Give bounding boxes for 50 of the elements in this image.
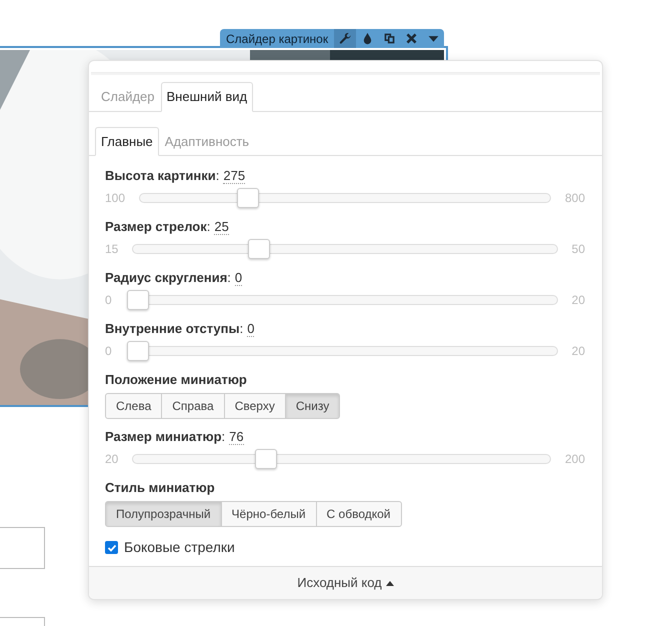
setting-label: Стиль миниатюр xyxy=(105,480,216,496)
option-button[interactable]: Полупрозрачный xyxy=(105,501,222,527)
slider-thumb[interactable] xyxy=(236,188,259,208)
slider-max-label: 50 xyxy=(572,241,585,258)
slider-thumb[interactable] xyxy=(127,290,149,310)
slider-max-label: 20 xyxy=(572,292,585,309)
tab[interactable]: Внешний вид xyxy=(160,82,254,112)
option-button[interactable]: Сверху xyxy=(224,393,286,419)
slider[interactable] xyxy=(127,289,558,311)
copy-icon xyxy=(382,32,396,45)
setting-value: 25 xyxy=(214,219,229,235)
tab[interactable]: Главные xyxy=(95,127,159,156)
setting-value: 0 xyxy=(234,270,242,286)
slider-thumb[interactable] xyxy=(248,239,270,259)
slider-min-label: 15 xyxy=(105,241,118,258)
setting-label: Внутренние отступы: xyxy=(105,321,244,336)
option-button[interactable]: Снизу xyxy=(284,393,340,419)
setting-label: Положение миниатюр xyxy=(105,372,248,388)
checkbox-label: Боковые стрелки xyxy=(124,538,235,557)
setting-label: Размер миниатюр: xyxy=(105,429,226,444)
slider-min-label: 100 xyxy=(105,190,126,207)
setting-value: 0 xyxy=(247,321,254,337)
slider-max-label: 200 xyxy=(564,451,585,468)
setting-label: Размер стрелок: xyxy=(105,219,210,234)
caret-icon xyxy=(386,580,394,586)
checkbox[interactable] xyxy=(105,541,118,554)
input-field[interactable] xyxy=(0,527,45,569)
setting-value: 275 xyxy=(223,168,246,184)
option-button[interactable]: Справа xyxy=(161,393,225,419)
slider-min-label: 20 xyxy=(105,451,118,468)
setting-label: Высота картинки: xyxy=(105,168,220,183)
option-button[interactable]: Чёрно-белый xyxy=(220,501,317,527)
slider[interactable] xyxy=(132,448,551,470)
slider-max-label: 20 xyxy=(572,343,585,360)
option-button[interactable]: С обводкой xyxy=(316,501,402,527)
slider-max-label: 800 xyxy=(564,190,585,207)
close-icon xyxy=(404,32,418,45)
source-code-toggle[interactable]: Исходный код xyxy=(89,566,602,599)
wrench-icon xyxy=(338,32,352,45)
option-button[interactable]: Слева xyxy=(105,393,162,419)
slider[interactable] xyxy=(132,238,558,260)
slider-min-label: 0 xyxy=(105,343,113,360)
slider-thumb[interactable] xyxy=(127,341,149,361)
setting-label: Радиус скругления: xyxy=(105,270,231,285)
slider-thumb[interactable] xyxy=(255,449,278,469)
slider-min-label: 0 xyxy=(105,292,113,309)
setting-value: 76 xyxy=(229,429,244,445)
slider[interactable] xyxy=(139,187,551,209)
toolbar-title: Слайдер картинок xyxy=(225,30,330,48)
slider[interactable] xyxy=(127,340,558,362)
